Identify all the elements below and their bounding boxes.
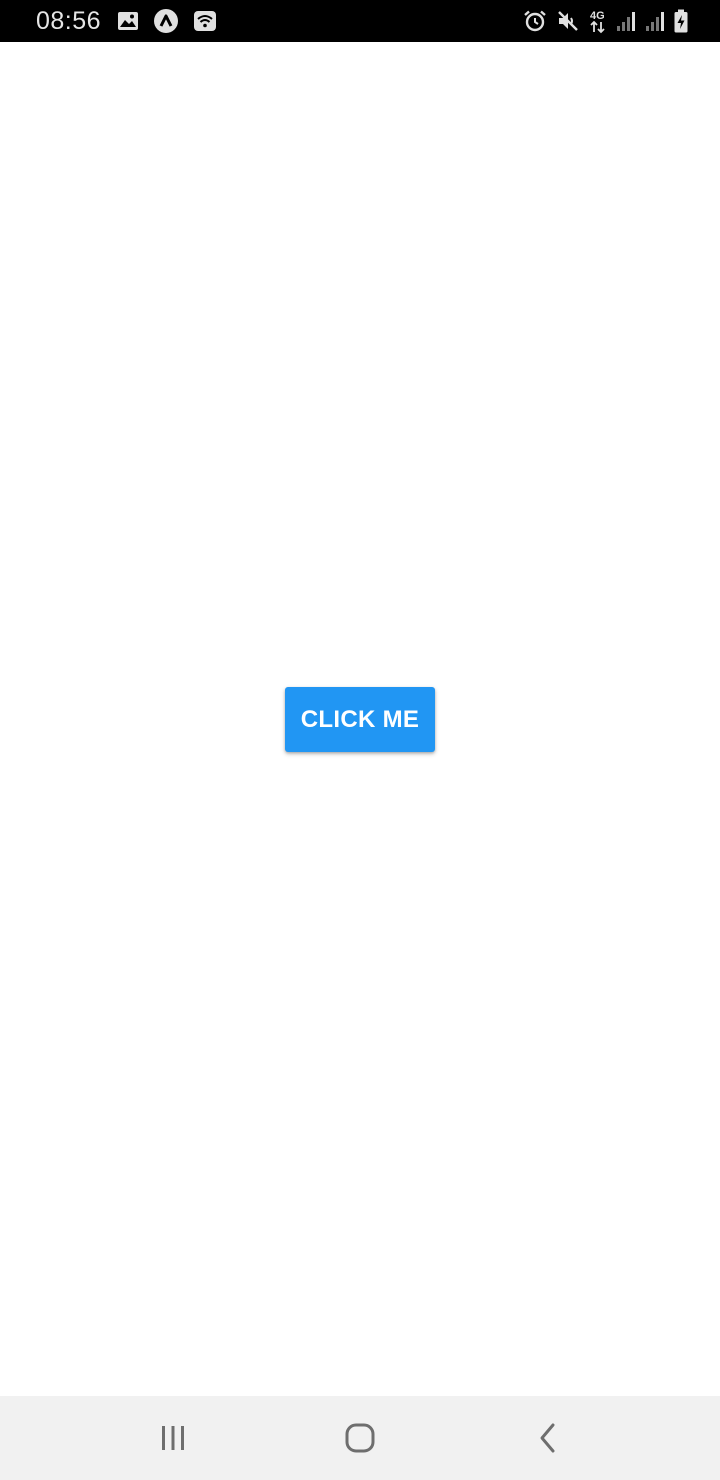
click-me-button[interactable]: CLICK ME xyxy=(285,687,435,752)
status-time: 08:56 xyxy=(36,6,102,35)
signal-icon xyxy=(617,12,635,31)
status-bar-right: 4G xyxy=(523,0,688,42)
recent-apps-icon xyxy=(162,1426,184,1450)
home-icon xyxy=(345,1423,375,1453)
image-icon xyxy=(118,12,139,30)
mute-icon xyxy=(558,11,578,31)
back-button[interactable] xyxy=(518,1412,578,1464)
network-4g-icon: 4G xyxy=(590,10,605,34)
app-notification-icon xyxy=(154,9,179,33)
alarm-icon xyxy=(524,10,546,32)
signal-icon xyxy=(646,12,664,31)
navigation-bar xyxy=(0,1396,720,1480)
svg-text:4G: 4G xyxy=(590,10,605,22)
screen: 08:56 4G CLICK ME xyxy=(0,0,720,1480)
main-content: CLICK ME xyxy=(0,42,720,1396)
back-icon xyxy=(540,1423,555,1453)
status-bar-left: 08:56 xyxy=(36,0,217,42)
recent-apps-button[interactable] xyxy=(143,1412,203,1464)
battery-charging-icon xyxy=(674,9,688,33)
wifi-hotspot-icon xyxy=(194,11,217,31)
home-button[interactable] xyxy=(330,1412,390,1464)
status-bar: 08:56 4G xyxy=(0,0,720,42)
